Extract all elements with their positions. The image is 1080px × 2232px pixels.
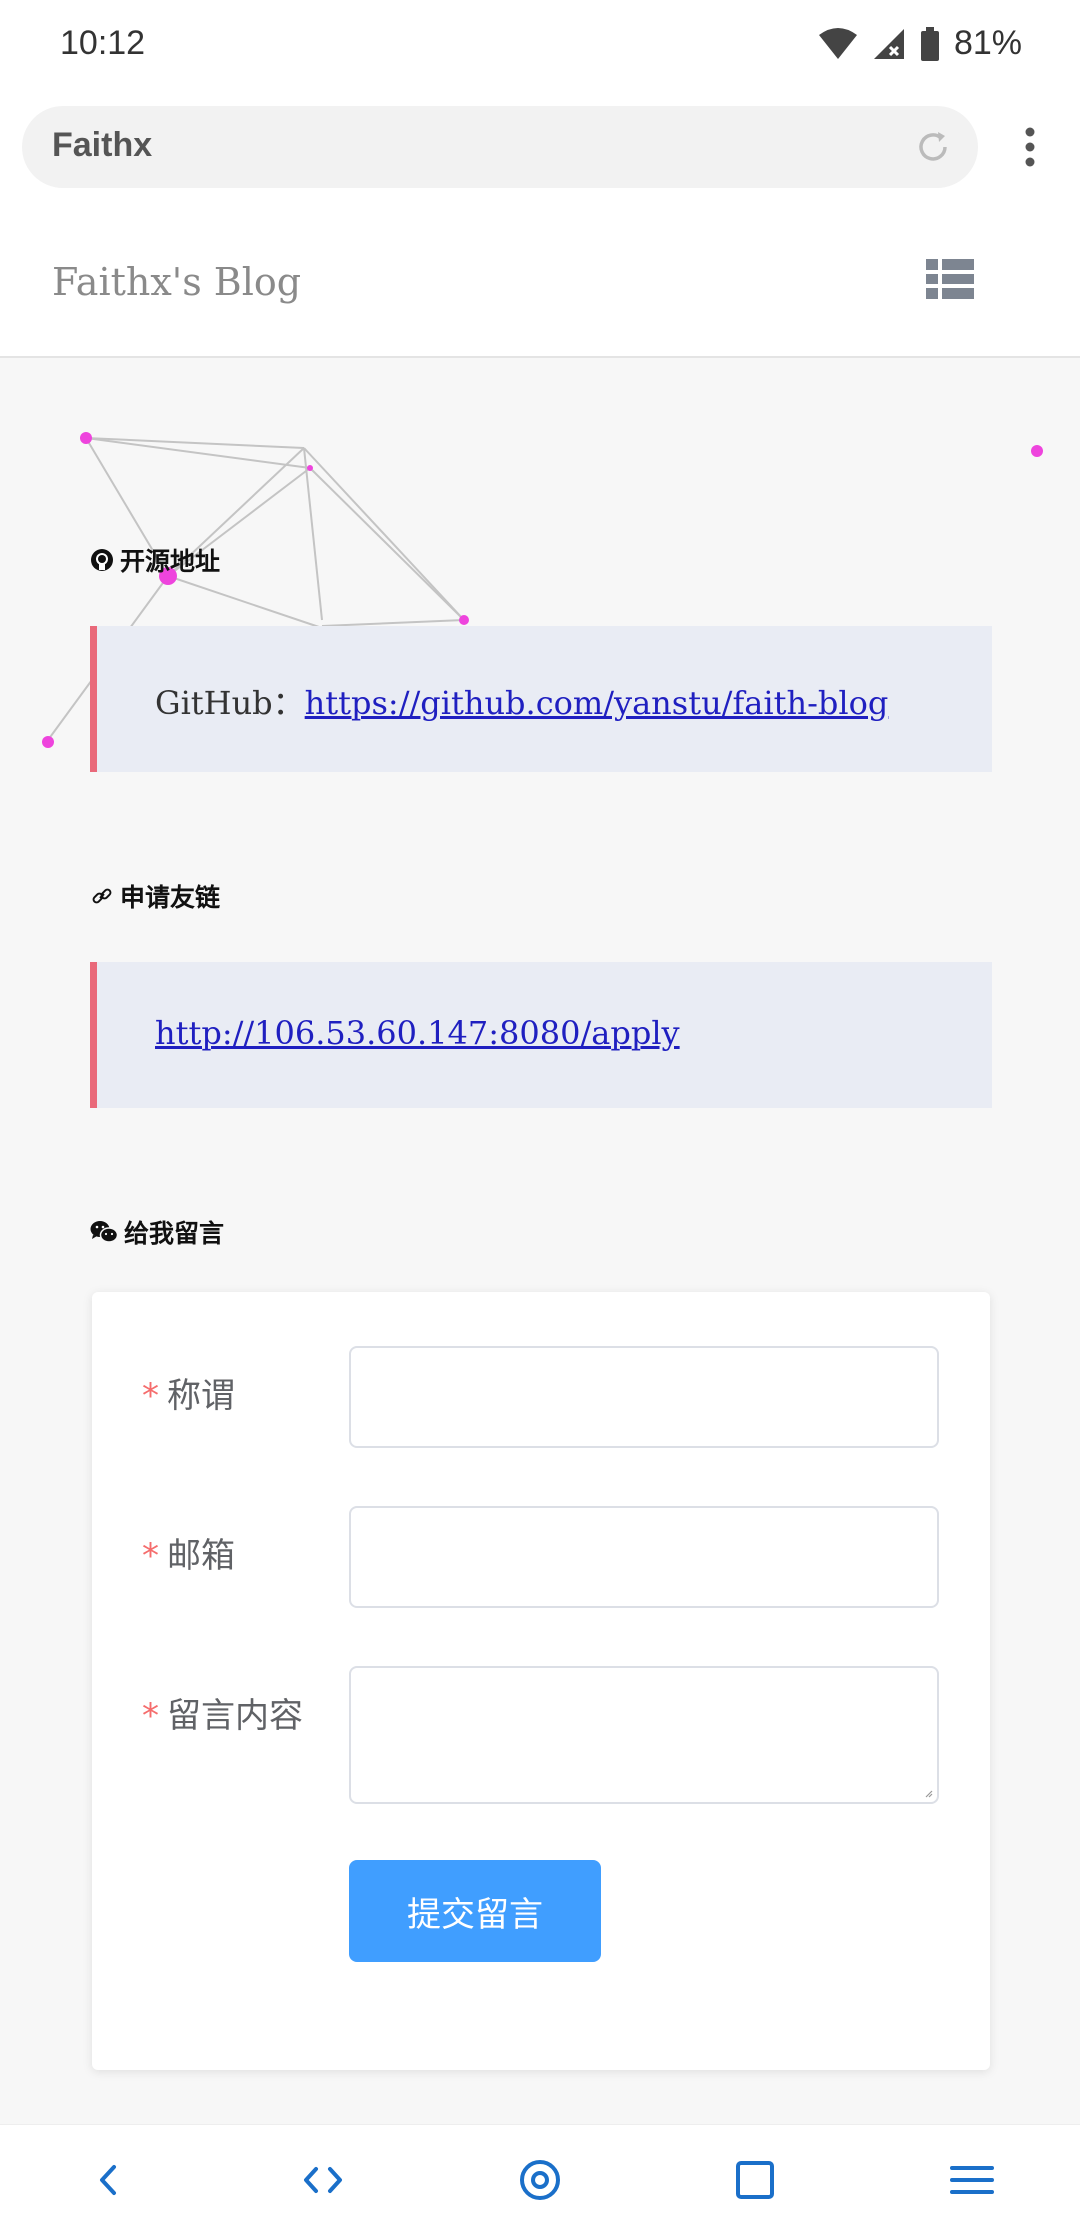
cellular-icon (873, 28, 904, 59)
quote-content: GitHub：https://github.com/yanstu/faith-b… (155, 678, 888, 724)
section-title-message: 给我留言 (90, 1214, 224, 1250)
message-content-textarea[interactable] (349, 1666, 939, 1804)
address-text[interactable]: Faithx (52, 126, 152, 165)
email-input[interactable] (349, 1506, 939, 1608)
battery-percent: 81% (953, 24, 1022, 62)
message-form: * 称谓 * 邮箱 * 留言内容 提交留言 (92, 1292, 990, 2070)
home-icon[interactable] (515, 2155, 565, 2205)
apply-friend-link[interactable]: http://106.53.60.147:8080/apply (155, 1014, 680, 1052)
link-icon (92, 888, 112, 904)
blog-header: Faithx's Blog (0, 216, 1080, 358)
hamburger-menu-icon[interactable] (947, 2155, 997, 2205)
more-menu-icon[interactable] (1010, 124, 1050, 170)
wechat-icon (90, 1221, 118, 1243)
status-icons: 81% (818, 24, 1022, 63)
section-title-text: 申请友链 (120, 883, 221, 912)
address-bar[interactable]: Faithx (22, 106, 978, 188)
section-title-friend-link: 申请友链 (90, 878, 220, 914)
reload-icon[interactable] (910, 124, 956, 170)
content-label-text: 留言内容 (167, 1696, 303, 1736)
email-label-text: 邮箱 (167, 1536, 235, 1576)
code-view-icon[interactable] (298, 2155, 348, 2205)
open-source-quote: GitHub：https://github.com/yanstu/faith-b… (90, 626, 992, 772)
github-icon (91, 549, 113, 571)
bottom-navigation-bar (0, 2124, 1080, 2232)
status-bar: 10:12 81% (0, 0, 1080, 96)
friend-link-quote: http://106.53.60.147:8080/apply (90, 962, 992, 1108)
content-label: * 留言内容 (142, 1688, 303, 1737)
required-mark: * (142, 1376, 159, 1416)
blog-title[interactable]: Faithx's Blog (52, 260, 301, 304)
section-title-open-source: 开源地址 (90, 542, 220, 578)
wifi-icon (818, 27, 857, 59)
nickname-label: * 称谓 (142, 1368, 235, 1417)
tabs-icon[interactable] (730, 2155, 780, 2205)
battery-icon (920, 26, 939, 61)
email-label: * 邮箱 (142, 1528, 235, 1577)
nickname-label-text: 称谓 (167, 1376, 235, 1416)
nickname-input[interactable] (349, 1346, 939, 1448)
resize-grip-icon[interactable] (923, 1788, 933, 1798)
required-mark: * (142, 1536, 159, 1576)
status-time: 10:12 (60, 24, 146, 62)
github-label: GitHub： (155, 684, 305, 722)
browser-toolbar: Faithx (0, 96, 1080, 216)
section-title-text: 给我留言 (124, 1219, 225, 1248)
submit-message-button[interactable]: 提交留言 (349, 1860, 601, 1962)
github-repo-link[interactable]: https://github.com/yanstu/faith-blog (305, 684, 889, 722)
back-icon[interactable] (84, 2155, 134, 2205)
section-title-text: 开源地址 (120, 547, 221, 576)
menu-list-icon[interactable] (926, 258, 974, 300)
required-mark: * (142, 1696, 159, 1736)
quote-content: http://106.53.60.147:8080/apply (155, 1014, 680, 1052)
